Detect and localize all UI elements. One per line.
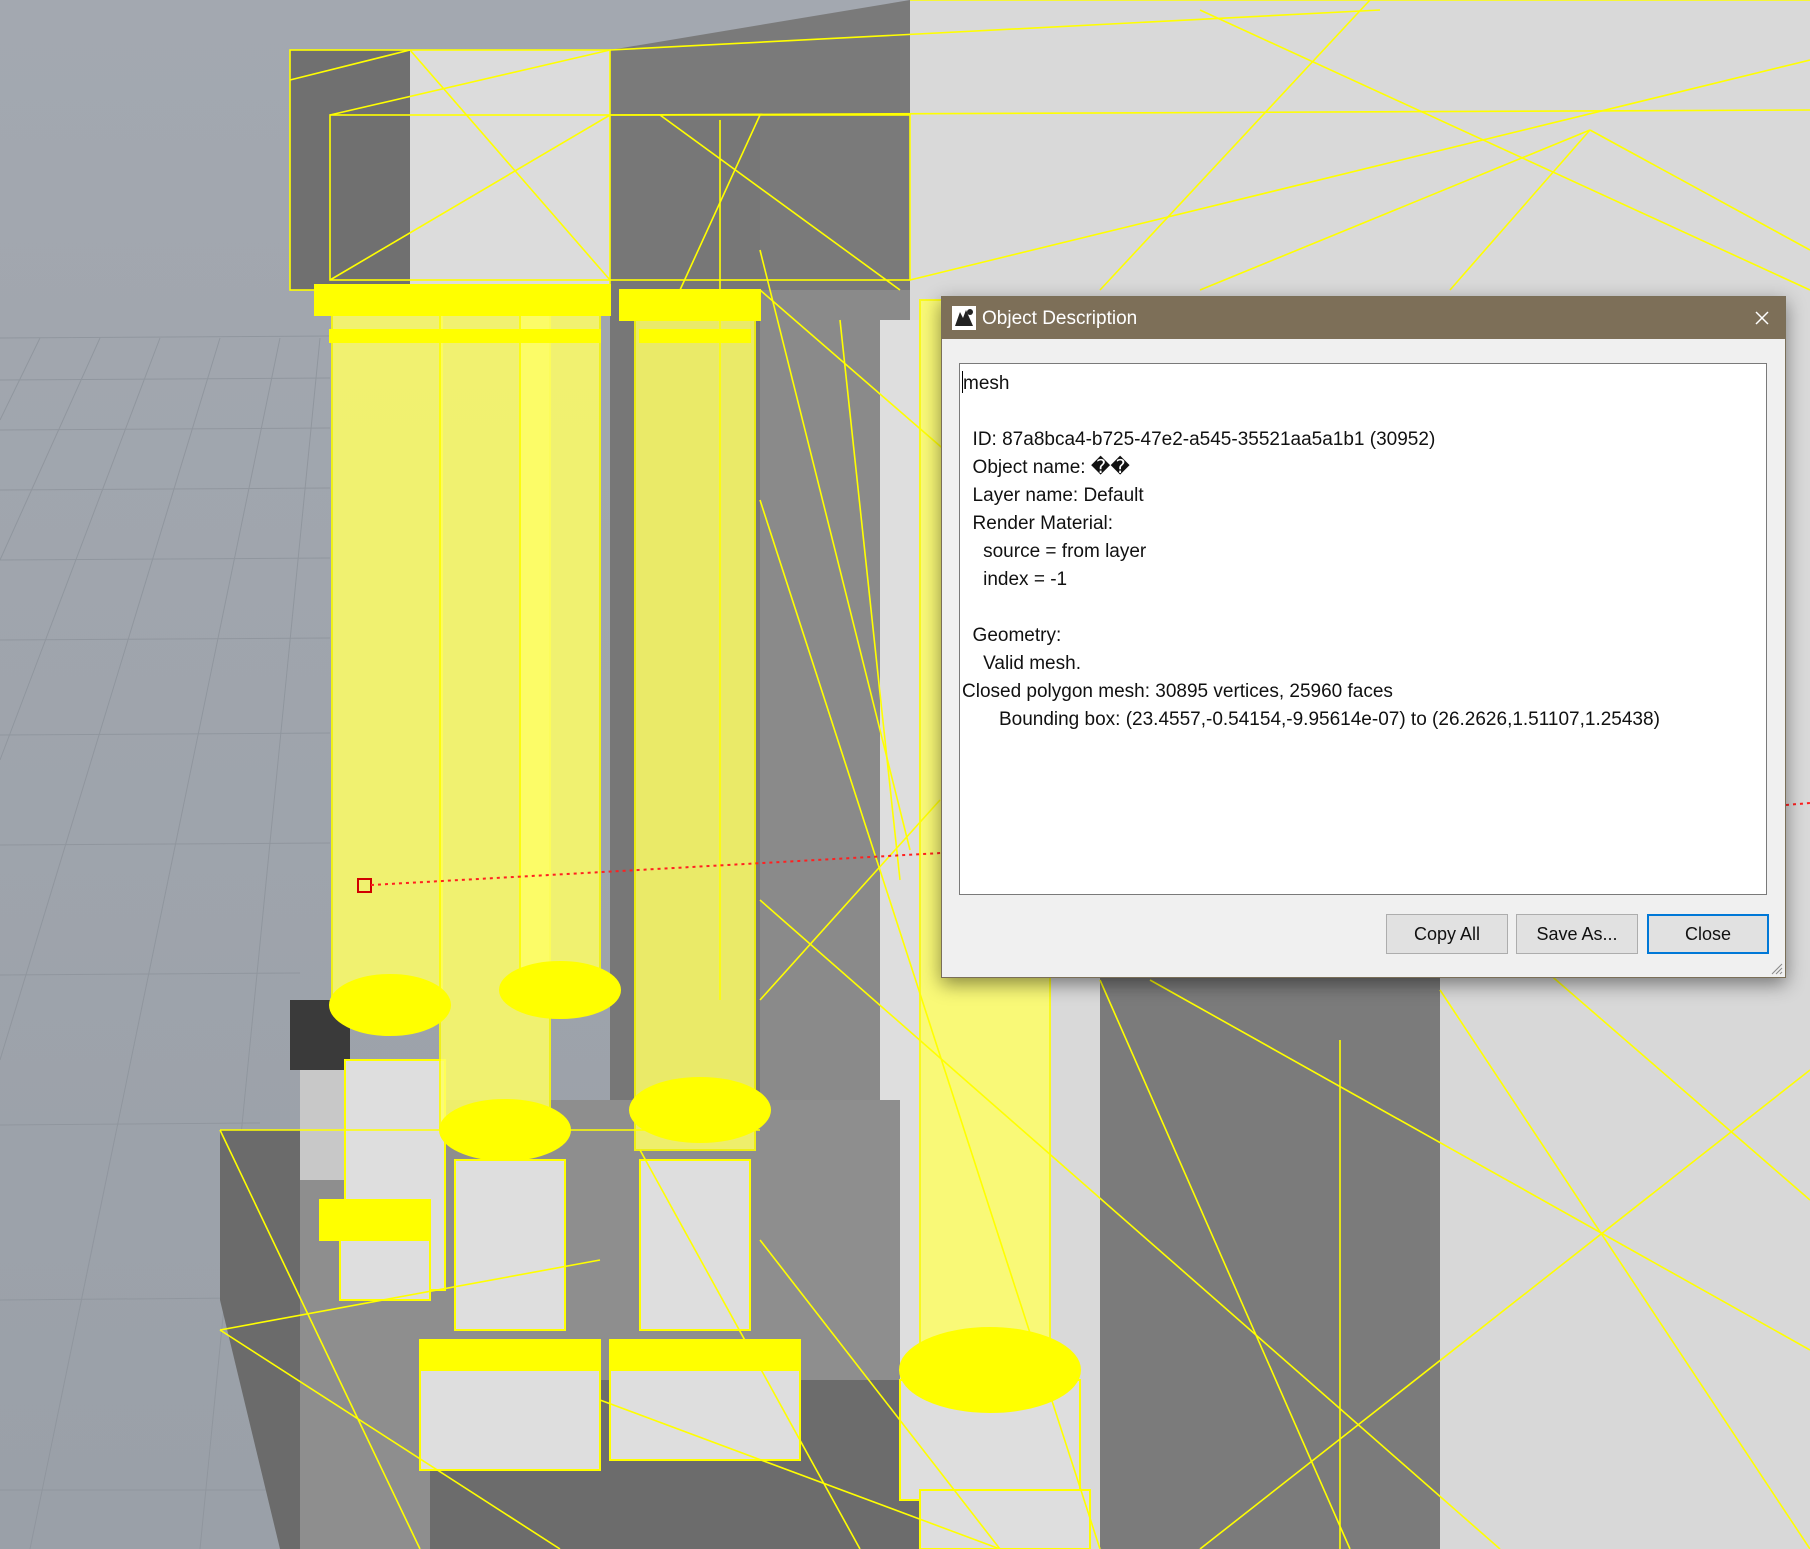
description-line: mesh [963, 373, 1010, 394]
description-line: ID: 87a8bca4-b725-47e2-a545-35521aa5a1b1… [962, 429, 1436, 450]
copy-all-button[interactable]: Copy All [1386, 914, 1508, 954]
description-line [962, 594, 1764, 622]
rhino-app-icon [952, 306, 976, 330]
description-line: Bounding box: (23.4557,-0.54154,-9.95614… [962, 709, 1660, 730]
description-line: Render Material: [962, 513, 1114, 534]
close-icon[interactable] [1739, 297, 1785, 339]
description-line: Layer name: Default [962, 485, 1144, 506]
dialog-title: Object Description [982, 308, 1138, 329]
close-button[interactable]: Close [1647, 914, 1769, 954]
object-description-dialog[interactable]: Object Description mesh ID: 87a8bca4-b72… [941, 296, 1786, 978]
save-as-button[interactable]: Save As... [1516, 914, 1638, 954]
description-line: source = from layer [962, 541, 1147, 562]
description-textarea[interactable]: mesh ID: 87a8bca4-b725-47e2-a545-35521aa… [959, 363, 1767, 895]
description-line: Valid mesh. [962, 653, 1081, 674]
description-line: index = -1 [962, 569, 1068, 590]
description-line: Object name: �� [962, 457, 1130, 478]
description-line [962, 398, 1764, 426]
dialog-titlebar[interactable]: Object Description [942, 297, 1785, 339]
resize-grip-icon[interactable] [1769, 961, 1783, 975]
description-line: Closed polygon mesh: 30895 vertices, 259… [962, 681, 1393, 702]
description-line: Geometry: [962, 625, 1062, 646]
